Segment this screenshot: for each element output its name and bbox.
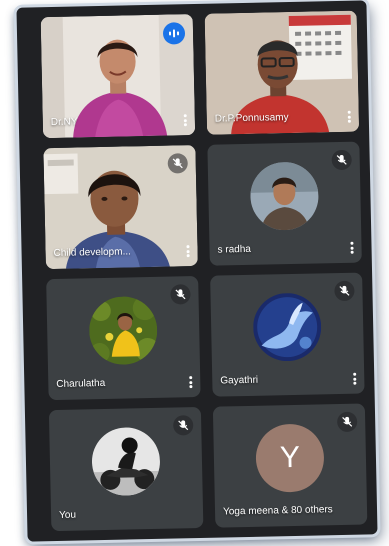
participant-tile[interactable]: Gayathri xyxy=(210,272,365,397)
avatar-letter: Y xyxy=(279,440,301,474)
participant-name: Child developm... xyxy=(53,246,131,259)
participant-name: Dr.P.Ponnusamy xyxy=(214,112,289,125)
participant-tile[interactable]: Dr.NY xyxy=(40,14,196,139)
participant-name: Charulatha xyxy=(56,377,106,390)
participant-tile[interactable]: s radha xyxy=(207,141,362,266)
participant-tile[interactable]: You xyxy=(48,406,204,532)
participant-name: Dr.NY xyxy=(50,116,78,129)
mic-off-icon xyxy=(173,415,194,436)
mic-off-icon xyxy=(170,284,191,305)
more-options-icon[interactable] xyxy=(188,376,192,389)
participant-name: s radha xyxy=(217,243,252,256)
more-options-icon[interactable] xyxy=(349,241,354,254)
mic-off-icon xyxy=(336,411,358,433)
mic-off-icon xyxy=(331,149,352,171)
mic-off-icon xyxy=(334,280,355,302)
participant-name: Yoga meena & 80 others xyxy=(222,504,333,518)
participant-tile[interactable]: Y Yoga meena & 80 others xyxy=(212,403,368,528)
avatar xyxy=(91,426,161,496)
participant-name: You xyxy=(58,509,77,521)
avatar xyxy=(252,291,322,362)
avatar: Y xyxy=(255,422,325,493)
participant-name: Gayathri xyxy=(220,374,259,387)
more-options-icon[interactable] xyxy=(183,114,187,127)
avatar xyxy=(88,295,158,365)
meeting-grid: Dr.NY Dr.P.Ponnusamy Child developm... s… xyxy=(16,0,378,542)
participant-tile[interactable]: Child developm... xyxy=(43,145,198,270)
participant-tile[interactable]: Dr.P.Ponnusamy xyxy=(204,10,360,135)
participant-tile[interactable]: Charulatha xyxy=(46,275,201,401)
more-options-icon[interactable] xyxy=(347,110,351,123)
avatar xyxy=(249,160,320,231)
more-options-icon[interactable] xyxy=(352,372,356,385)
more-options-icon[interactable] xyxy=(185,245,190,258)
